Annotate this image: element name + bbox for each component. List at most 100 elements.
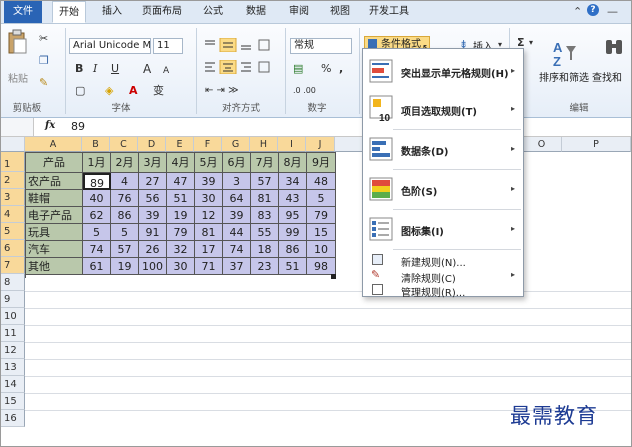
fx-icon[interactable]: fx xyxy=(45,120,55,131)
table-cell[interactable]: 48 xyxy=(307,173,336,190)
sort-filter-icon[interactable]: A Z xyxy=(552,38,578,68)
table-cell[interactable]: 5 xyxy=(83,224,111,241)
column-header[interactable]: J xyxy=(306,137,335,152)
column-header[interactable]: H xyxy=(250,137,278,152)
table-cell[interactable]: 62 xyxy=(83,207,111,224)
table-cell[interactable]: 55 xyxy=(251,224,279,241)
vertical-align-icons[interactable] xyxy=(203,38,283,52)
row-header[interactable]: 12 xyxy=(1,342,25,359)
horizontal-align-icons[interactable] xyxy=(203,60,283,74)
column-header[interactable]: C xyxy=(110,137,138,152)
table-header-cell[interactable]: 产品 xyxy=(26,153,83,173)
table-cell[interactable]: 10 xyxy=(307,241,336,258)
table-cell[interactable]: 76 xyxy=(111,190,139,207)
table-cell[interactable]: 17 xyxy=(195,241,223,258)
table-cell[interactable]: 39 xyxy=(195,173,223,190)
fill-color-icon[interactable]: ◈ xyxy=(105,84,113,98)
decimal-icons[interactable]: .0 .00 xyxy=(293,84,316,98)
font-color-icon[interactable]: A xyxy=(129,84,138,98)
table-cell[interactable]: 91 xyxy=(139,224,167,241)
table-cell[interactable]: 鞋帽 xyxy=(26,190,83,207)
table-cell[interactable]: 39 xyxy=(139,207,167,224)
table-cell[interactable]: 玩具 xyxy=(26,224,83,241)
menu-item-highlight-cells-rules[interactable]: 突出显示单元格规则(H) ▸ xyxy=(363,53,523,89)
table-header-cell[interactable]: 8月 xyxy=(279,153,307,173)
formula-input[interactable]: 89 xyxy=(71,120,85,133)
column-header[interactable]: E xyxy=(166,137,194,152)
table-cell[interactable]: 74 xyxy=(83,241,111,258)
column-header[interactable]: B xyxy=(82,137,110,152)
row-header[interactable]: 14 xyxy=(1,376,25,393)
menu-item-data-bars[interactable]: 数据条(D) ▸ xyxy=(363,131,523,167)
table-cell[interactable]: 30 xyxy=(195,190,223,207)
comma-button[interactable]: , xyxy=(339,62,343,76)
table-cell[interactable]: 农产品 xyxy=(26,173,83,190)
table-header-cell[interactable]: 9月 xyxy=(307,153,336,173)
row-header[interactable]: 4 xyxy=(1,206,25,223)
active-cell[interactable]: 89 xyxy=(83,173,111,190)
table-cell[interactable]: 34 xyxy=(279,173,307,190)
tab-file[interactable]: 文件 xyxy=(4,1,42,23)
table-cell[interactable]: 61 xyxy=(83,258,111,275)
table-cell[interactable]: 64 xyxy=(223,190,251,207)
column-header[interactable]: P xyxy=(562,137,631,152)
chevron-down-icon[interactable]: ▾ xyxy=(529,36,533,50)
table-cell[interactable]: 电子产品 xyxy=(26,207,83,224)
table-cell[interactable]: 19 xyxy=(111,258,139,275)
column-header[interactable]: F xyxy=(194,137,222,152)
column-header[interactable]: O xyxy=(522,137,562,152)
column-header[interactable] xyxy=(335,137,363,152)
table-cell[interactable]: 95 xyxy=(279,207,307,224)
table-cell[interactable]: 81 xyxy=(195,224,223,241)
column-header[interactable]: I xyxy=(278,137,306,152)
table-header-cell[interactable]: 6月 xyxy=(223,153,251,173)
table-header-cell[interactable]: 3月 xyxy=(139,153,167,173)
paste-icon[interactable] xyxy=(7,29,27,55)
table-header-cell[interactable]: 4月 xyxy=(167,153,195,173)
table-cell[interactable]: 4 xyxy=(111,173,139,190)
name-box[interactable] xyxy=(1,118,34,136)
currency-icon[interactable]: ▤ xyxy=(293,62,303,76)
table-cell[interactable]: 5 xyxy=(307,190,336,207)
phonetic-button[interactable]: 变 xyxy=(153,84,164,98)
sort-filter-label[interactable]: 排序和筛选 xyxy=(539,69,589,84)
table-cell[interactable]: 99 xyxy=(279,224,307,241)
row-header[interactable]: 1 xyxy=(1,152,25,172)
number-format-select[interactable]: 常规 xyxy=(290,38,352,54)
menu-item-icon-sets[interactable]: 图标集(I) ▸ xyxy=(363,211,523,247)
table-header-cell[interactable]: 2月 xyxy=(111,153,139,173)
tab-developer[interactable]: 开发工具 xyxy=(366,1,412,23)
table-header-cell[interactable]: 5月 xyxy=(195,153,223,173)
underline-button[interactable]: U xyxy=(111,62,119,76)
grow-font-button[interactable]: A xyxy=(143,62,151,76)
fill-handle[interactable] xyxy=(331,274,336,279)
table-cell[interactable]: 47 xyxy=(167,173,195,190)
table-cell[interactable]: 86 xyxy=(111,207,139,224)
table-cell[interactable]: 30 xyxy=(167,258,195,275)
table-cell[interactable]: 100 xyxy=(139,258,167,275)
find-select-icon[interactable] xyxy=(603,38,627,68)
column-header[interactable]: G xyxy=(222,137,250,152)
column-header[interactable]: A xyxy=(25,137,82,152)
tab-home[interactable]: 开始 xyxy=(52,1,86,23)
italic-button[interactable]: I xyxy=(93,62,97,76)
table-cell[interactable]: 3 xyxy=(223,173,251,190)
tab-insert[interactable]: 插入 xyxy=(97,1,127,23)
ribbon-collapse-icon[interactable]: ⌃ xyxy=(573,5,582,18)
row-header[interactable]: 7 xyxy=(1,257,25,274)
table-cell[interactable]: 56 xyxy=(139,190,167,207)
table-cell[interactable]: 40 xyxy=(83,190,111,207)
table-cell[interactable]: 71 xyxy=(195,258,223,275)
find-select-label[interactable]: 查找和 xyxy=(592,69,622,84)
menu-item-manage-rules[interactable]: 管理规则(R)... xyxy=(363,283,523,299)
row-header[interactable]: 16 xyxy=(1,410,25,427)
paste-label[interactable]: 粘贴 xyxy=(8,70,28,85)
table-cell[interactable]: 其他 xyxy=(26,258,83,275)
table-cell[interactable]: 43 xyxy=(279,190,307,207)
menu-item-color-scales[interactable]: 色阶(S) ▸ xyxy=(363,171,523,207)
table-cell[interactable]: 81 xyxy=(251,190,279,207)
table-cell[interactable]: 18 xyxy=(251,241,279,258)
font-size-select[interactable]: 11 xyxy=(153,38,183,54)
table-cell[interactable]: 汽车 xyxy=(26,241,83,258)
tab-formulas[interactable]: 公式 xyxy=(198,1,228,23)
